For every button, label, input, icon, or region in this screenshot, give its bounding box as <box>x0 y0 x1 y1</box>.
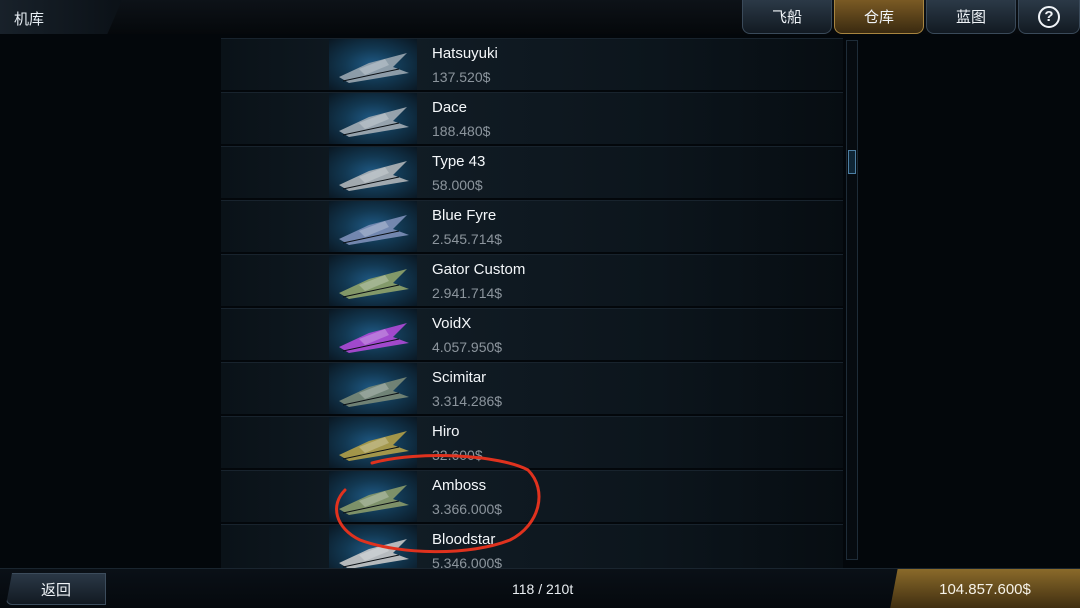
ship-thumbnail <box>329 255 417 306</box>
ship-price: 2.545.714$ <box>432 231 503 247</box>
ship-row[interactable]: Blue Fyre 2.545.714$ <box>221 200 843 252</box>
ship-price: 3.366.000$ <box>432 501 503 517</box>
top-bar: 机库 飞船 仓库 蓝图 ? <box>0 0 1080 34</box>
ship-name: Bloodstar <box>432 531 496 548</box>
ship-row[interactable]: Amboss 3.366.000$ <box>221 470 843 522</box>
ship-thumbnail <box>329 525 417 568</box>
ship-thumbnail <box>329 147 417 198</box>
ship-row[interactable]: Gator Custom 2.941.714$ <box>221 254 843 306</box>
ship-thumbnail <box>329 417 417 468</box>
tab-storage[interactable]: 仓库 <box>834 0 924 34</box>
scrollbar[interactable] <box>846 40 858 560</box>
help-button[interactable]: ? <box>1018 0 1080 34</box>
ship-name: Blue Fyre <box>432 207 497 224</box>
bottom-bar: 返回 118 / 210t 104.857.600$ <box>0 568 1080 608</box>
ship-price: 3.314.286$ <box>432 393 503 409</box>
tab-ships[interactable]: 飞船 <box>742 0 832 34</box>
ship-price: 4.057.950$ <box>432 339 503 355</box>
ship-name: Dace <box>432 99 468 116</box>
cargo-capacity: 118 / 210t <box>512 581 574 597</box>
ship-price: 2.941.714$ <box>432 285 503 301</box>
page-title: 机库 <box>14 11 45 28</box>
ship-name: Hatsuyuki <box>432 45 498 62</box>
credits-display: 104.857.600$ <box>890 569 1080 608</box>
ship-name: Type 43 <box>432 153 486 170</box>
ship-thumbnail <box>329 471 417 522</box>
ship-row[interactable]: VoidX 4.057.950$ <box>221 308 843 360</box>
ship-row[interactable]: Scimitar 3.314.286$ <box>221 362 843 414</box>
help-icon: ? <box>1038 5 1060 28</box>
ship-price: 188.480$ <box>432 123 491 139</box>
ship-icon <box>339 215 409 245</box>
ship-thumbnail <box>329 93 417 144</box>
ship-row[interactable]: Dace 188.480$ <box>221 92 843 144</box>
ship-row[interactable]: Hatsuyuki 137.520$ <box>221 38 843 90</box>
ship-thumbnail <box>329 309 417 360</box>
ship-icon <box>339 323 409 353</box>
ship-price: 5.346.000$ <box>432 555 503 568</box>
ship-name: Hiro <box>432 423 460 440</box>
ship-price: 137.520$ <box>432 69 491 85</box>
ship-icon <box>339 431 409 461</box>
back-button[interactable]: 返回 <box>6 573 106 605</box>
ship-icon <box>339 53 409 83</box>
hangar-screen: 机库 飞船 仓库 蓝图 ? Hatsuyuki 137.520$ Dace 188.4… <box>0 0 1080 608</box>
ship-name: Scimitar <box>432 369 487 386</box>
ship-icon <box>339 269 409 299</box>
ship-name: Gator Custom <box>432 261 526 278</box>
ship-list[interactable]: Hatsuyuki 137.520$ Dace 188.480$ Type 43 58.0… <box>221 38 843 568</box>
tab-blueprints[interactable]: 蓝图 <box>926 0 1016 34</box>
ship-icon <box>339 107 409 137</box>
ship-name: VoidX <box>432 315 472 332</box>
ship-name: Amboss <box>432 477 487 494</box>
ship-thumbnail <box>329 363 417 414</box>
scrollbar-thumb[interactable] <box>848 150 856 174</box>
ship-price: 32.600$ <box>432 447 483 463</box>
ship-icon <box>339 377 409 407</box>
ship-row[interactable]: Hiro 32.600$ <box>221 416 843 468</box>
ship-row[interactable]: Type 43 58.000$ <box>221 146 843 198</box>
ship-icon <box>339 539 409 568</box>
tab-bar: 飞船 仓库 蓝图 ? <box>742 0 1080 34</box>
ship-row[interactable]: Bloodstar 5.346.000$ <box>221 524 843 568</box>
ship-thumbnail <box>329 201 417 252</box>
ship-price: 58.000$ <box>432 177 483 193</box>
ship-thumbnail <box>329 39 417 90</box>
ship-icon <box>339 485 409 515</box>
ship-icon <box>339 161 409 191</box>
